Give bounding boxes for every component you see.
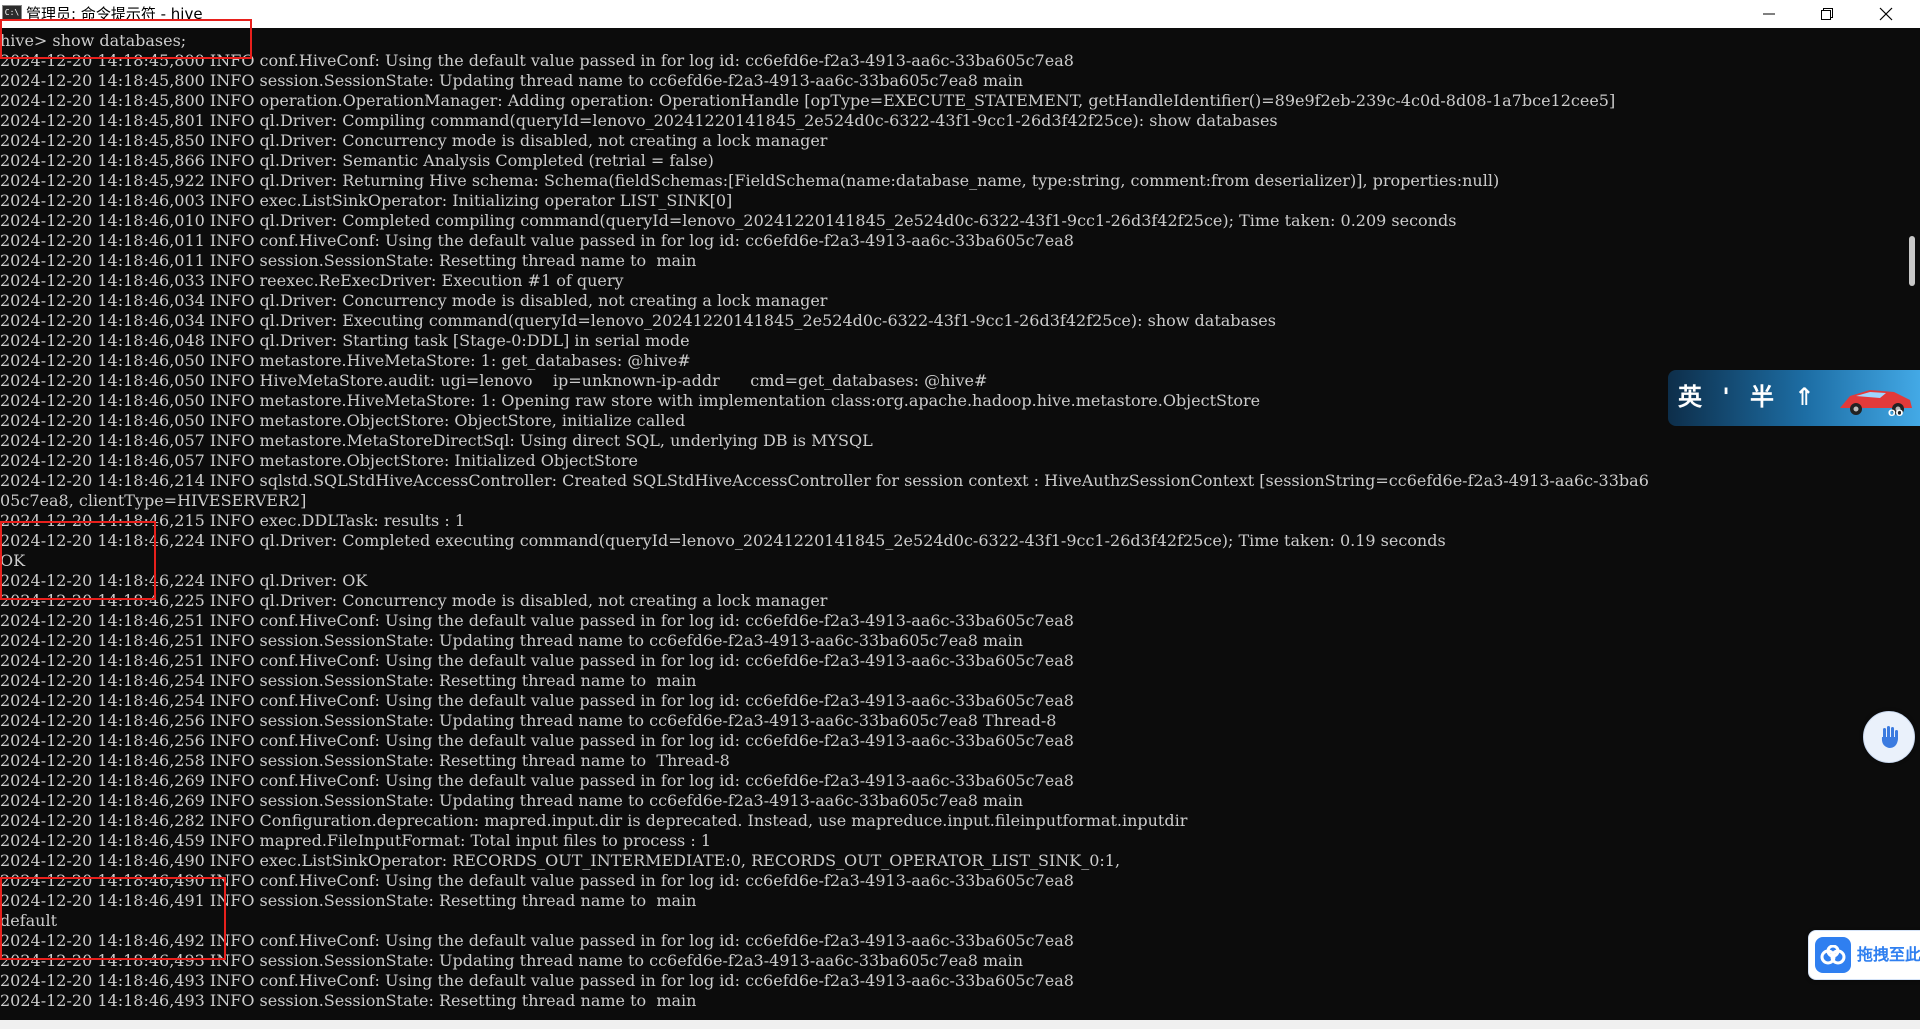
race-car-icon: OO — [1840, 390, 1912, 418]
ime-badge-text: OO — [1888, 409, 1904, 418]
console-line: 2024-12-20 14:18:46,050 INFO metastore.H… — [0, 391, 1261, 410]
minimize-button[interactable] — [1740, 0, 1798, 28]
console-line: 2024-12-20 14:18:46,011 INFO session.Ses… — [0, 251, 697, 270]
restore-icon — [1821, 8, 1833, 20]
console-line: 2024-12-20 14:18:46,493 INFO session.Ses… — [0, 991, 697, 1010]
console-line: 2024-12-20 14:18:46,011 INFO conf.HiveCo… — [0, 231, 1074, 250]
console-line: 2024-12-20 14:18:46,258 INFO session.Ses… — [0, 751, 730, 770]
highlight-box-default — [0, 877, 226, 960]
baidu-netdisk-drop-button[interactable]: 拖拽至此 — [1808, 930, 1920, 980]
console-line: 2024-12-20 14:18:46,254 INFO conf.HiveCo… — [0, 691, 1074, 710]
console-line: 2024-12-20 14:18:45,801 INFO ql.Driver: … — [0, 111, 1278, 130]
console-line: 2024-12-20 14:18:46,050 INFO HiveMetaSto… — [0, 371, 988, 390]
console-line: 2024-12-20 14:18:45,800 INFO operation.O… — [0, 91, 1616, 110]
console-output[interactable]: hive> show databases; 2024-12-20 14:18:45… — [0, 28, 1890, 1018]
ime-mode-indicators[interactable]: 英 ' 半 ⇑ — [1678, 380, 1821, 414]
highlight-box-command — [0, 19, 252, 59]
scrollbar-thumb[interactable] — [1909, 236, 1915, 286]
floating-assistant-ball[interactable] — [1863, 711, 1915, 763]
title-bar: C:\ 管理员: 命令提示符 - hive — [0, 0, 1920, 28]
console-line: 2024-12-20 14:18:46,224 INFO ql.Driver: … — [0, 531, 1446, 550]
console-line: 2024-12-20 14:18:46,057 INFO metastore.O… — [0, 451, 639, 470]
restore-button[interactable] — [1798, 0, 1856, 28]
close-button[interactable] — [1857, 0, 1915, 28]
console-line: 2024-12-20 14:18:46,050 INFO metastore.H… — [0, 351, 691, 370]
minimize-icon — [1763, 13, 1775, 15]
console-line: 2024-12-20 14:18:45,866 INFO ql.Driver: … — [0, 151, 714, 170]
hand-icon — [1881, 726, 1898, 748]
console-line: 2024-12-20 14:18:46,251 INFO conf.HiveCo… — [0, 611, 1074, 630]
vertical-scrollbar[interactable] — [1904, 28, 1920, 1020]
baidu-drop-label: 拖拽至此 — [1857, 945, 1920, 964]
console-line: 2024-12-20 14:18:46,010 INFO ql.Driver: … — [0, 211, 1457, 230]
console-line: 2024-12-20 14:18:46,269 INFO session.Ses… — [0, 791, 1024, 810]
console-line: 2024-12-20 14:18:45,800 INFO session.Ses… — [0, 71, 1024, 90]
console-line: 2024-12-20 14:18:45,922 INFO ql.Driver: … — [0, 171, 1500, 190]
console-line: 2024-12-20 14:18:46,034 INFO ql.Driver: … — [0, 311, 1276, 330]
console-line: 2024-12-20 14:18:46,057 INFO metastore.M… — [0, 431, 873, 450]
console-line: 2024-12-20 14:18:46,493 INFO conf.HiveCo… — [0, 971, 1074, 990]
cloud-icon — [1815, 937, 1851, 973]
console-line: 2024-12-20 14:18:46,214 INFO sqlstd.SQLS… — [0, 471, 1649, 490]
close-icon — [1879, 7, 1893, 21]
console-line: 2024-12-20 14:18:45,850 INFO ql.Driver: … — [0, 131, 828, 150]
window-bottom-edge — [0, 1020, 1920, 1029]
console-line: 2024-12-20 14:18:46,256 INFO session.Ses… — [0, 711, 1057, 730]
highlight-box-ok — [0, 521, 156, 600]
console-line: 2024-12-20 14:18:46,251 INFO conf.HiveCo… — [0, 651, 1074, 670]
console-line: 2024-12-20 14:18:46,003 INFO exec.ListSi… — [0, 191, 733, 210]
console-line: 05c7ea8, clientType=HIVESERVER2] — [0, 491, 307, 510]
console-line: 2024-12-20 14:18:46,254 INFO session.Ses… — [0, 671, 697, 690]
console-line: 2024-12-20 14:18:46,459 INFO mapred.File… — [0, 831, 711, 850]
console-line: 2024-12-20 14:18:46,050 INFO metastore.O… — [0, 411, 686, 430]
console-line: 2024-12-20 14:18:46,282 INFO Configurati… — [0, 811, 1188, 830]
console-line: 2024-12-20 14:18:46,251 INFO session.Ses… — [0, 631, 1024, 650]
console-line: 2024-12-20 14:18:46,269 INFO conf.HiveCo… — [0, 771, 1074, 790]
console-line: 2024-12-20 14:18:46,048 INFO ql.Driver: … — [0, 331, 690, 350]
console-line: 2024-12-20 14:18:46,490 INFO exec.ListSi… — [0, 851, 1121, 870]
console-line: 2024-12-20 14:18:46,256 INFO conf.HiveCo… — [0, 731, 1074, 750]
console-line: 2024-12-20 14:18:46,034 INFO ql.Driver: … — [0, 291, 828, 310]
console-line: 2024-12-20 14:18:46,033 INFO reexec.ReEx… — [0, 271, 624, 290]
ime-status-bar[interactable]: 英 ' 半 ⇑ OO — [1668, 370, 1920, 426]
